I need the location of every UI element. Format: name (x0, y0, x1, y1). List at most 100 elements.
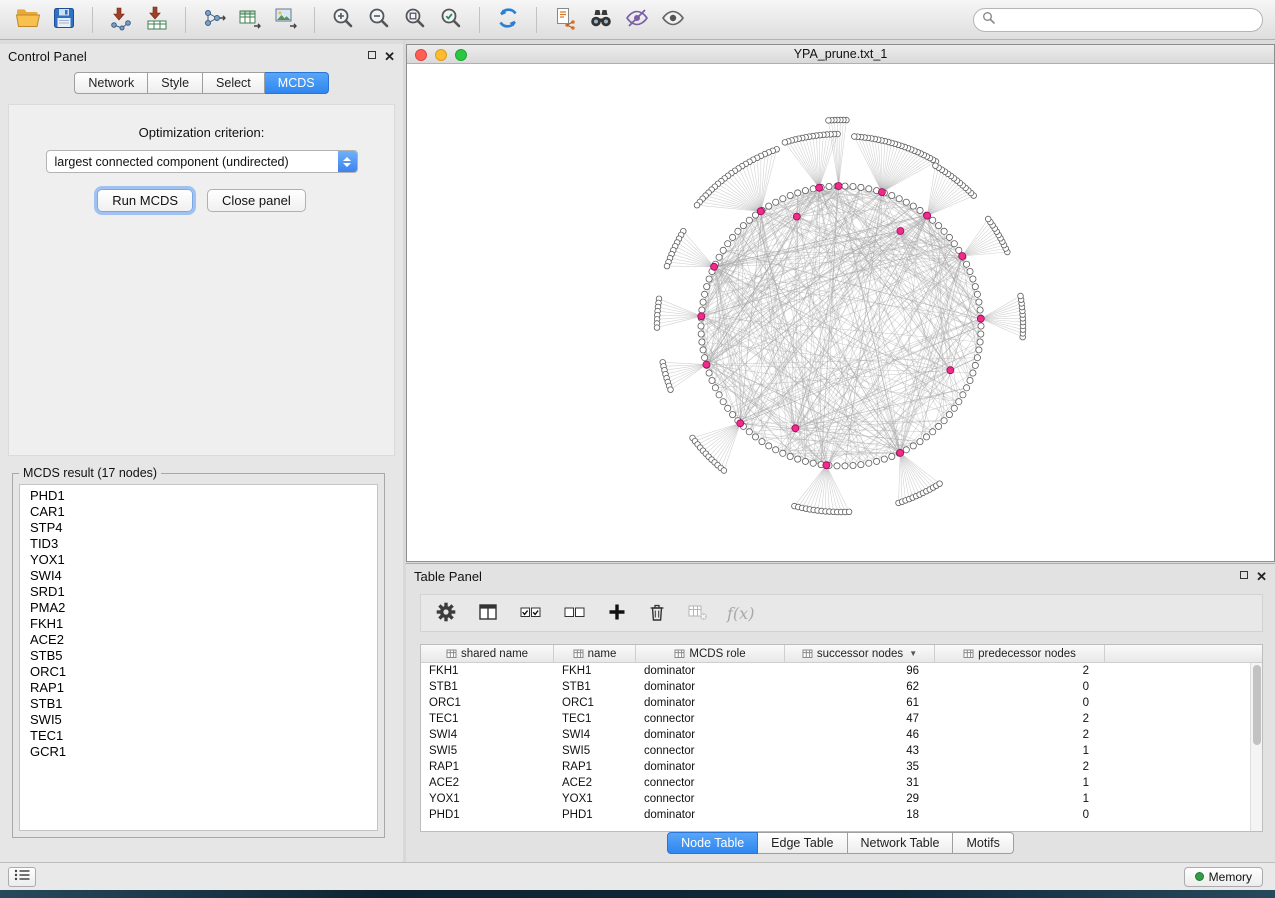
network-graph[interactable] (407, 64, 1274, 561)
deselect-all-button[interactable] (561, 601, 589, 626)
table-cell: TEC1 (554, 711, 636, 727)
mcds-result-list[interactable]: PHD1CAR1STP4TID3YOX1SWI4SRD1PMA2FKH1ACE2… (19, 484, 378, 831)
show-preview-icon (660, 5, 686, 34)
mcds-result-item[interactable]: GCR1 (20, 744, 377, 760)
table-cell: ACE2 (554, 775, 636, 791)
table-row[interactable]: FKH1FKH1dominator962 (421, 663, 1262, 679)
import-table-button[interactable] (139, 3, 175, 36)
criterion-dropdown[interactable]: largest connected component (undirected) (46, 150, 358, 173)
zoom-in-button[interactable] (325, 3, 361, 36)
table-row[interactable]: STB1STB1dominator620 (421, 679, 1262, 695)
mcds-result-item[interactable]: YOX1 (20, 552, 377, 568)
export-network-button[interactable] (196, 3, 232, 36)
close-table-panel-icon[interactable]: ✕ (1256, 571, 1267, 582)
mcds-result-item[interactable]: SRD1 (20, 584, 377, 600)
close-mcds-panel-button[interactable]: Close panel (207, 189, 306, 212)
zoom-selected-button[interactable] (433, 3, 469, 36)
delete-table-button[interactable] (685, 601, 711, 626)
find-button[interactable] (583, 3, 619, 36)
mcds-result-item[interactable]: TEC1 (20, 728, 377, 744)
show-preview-button[interactable] (655, 3, 691, 36)
mcds-result-item[interactable]: SWI5 (20, 712, 377, 728)
export-network-icon (201, 5, 227, 34)
table-cell: SWI5 (421, 743, 554, 759)
mcds-result-item[interactable]: STB5 (20, 648, 377, 664)
table-cell: dominator (636, 759, 785, 775)
table-row[interactable]: TEC1TEC1connector472 (421, 711, 1262, 727)
table-row[interactable]: YOX1YOX1connector291 (421, 791, 1262, 807)
sort-menu-icon[interactable]: ▼ (909, 649, 917, 658)
float-table-panel-button[interactable] (1240, 571, 1248, 582)
table-settings-button[interactable] (433, 600, 459, 627)
mcds-result-item[interactable]: STP4 (20, 520, 377, 536)
table-cell: connector (636, 743, 785, 759)
table-tab-edge-table[interactable]: Edge Table (758, 832, 847, 854)
tab-mcds[interactable]: MCDS (265, 72, 329, 94)
apply-layout-button[interactable] (490, 3, 526, 36)
column-type-icon (573, 648, 584, 659)
hide-preview-button[interactable] (619, 3, 655, 36)
table-row[interactable]: SWI5SWI5connector431 (421, 743, 1262, 759)
table-tab-network-table[interactable]: Network Table (848, 832, 954, 854)
window-close-button[interactable] (415, 49, 427, 61)
zoom-out-button[interactable] (361, 3, 397, 36)
delete-column-button[interactable] (645, 600, 669, 627)
table-tab-node-table[interactable]: Node Table (667, 832, 758, 854)
column-header-successor-nodes[interactable]: successor nodes▼ (785, 645, 935, 662)
mcds-result-item[interactable]: ACE2 (20, 632, 377, 648)
table-cell: YOX1 (421, 791, 554, 807)
tab-select[interactable]: Select (203, 72, 265, 94)
tab-network[interactable]: Network (74, 72, 148, 94)
column-header-MCDS-role[interactable]: MCDS role (636, 645, 785, 662)
mcds-result-item[interactable]: ORC1 (20, 664, 377, 680)
mcds-result-item[interactable]: SWI4 (20, 568, 377, 584)
open-file-button[interactable] (10, 3, 46, 36)
table-row[interactable]: SWI4SWI4dominator462 (421, 727, 1262, 743)
mcds-result-item[interactable]: PHD1 (20, 488, 377, 504)
table-tab-motifs[interactable]: Motifs (953, 832, 1013, 854)
close-control-panel-icon[interactable]: ✕ (384, 51, 395, 62)
add-column-button[interactable] (605, 601, 629, 626)
save-session-button[interactable] (46, 3, 82, 36)
window-maximize-button[interactable] (455, 49, 467, 61)
table-row[interactable]: PHD1PHD1dominator180 (421, 807, 1262, 823)
select-all-button[interactable] (517, 601, 545, 626)
show-columns-button[interactable] (475, 600, 501, 627)
zoom-in-icon (330, 5, 356, 34)
float-panel-button[interactable] (368, 51, 376, 62)
import-table-icon (144, 5, 170, 34)
table-row[interactable]: ACE2ACE2connector311 (421, 775, 1262, 791)
function-builder-button[interactable]: f(x) (727, 604, 754, 623)
table-row[interactable]: RAP1RAP1dominator352 (421, 759, 1262, 775)
table-row[interactable]: ORC1ORC1dominator610 (421, 695, 1262, 711)
mcds-result-item[interactable]: FKH1 (20, 616, 377, 632)
clone-network-button[interactable] (547, 3, 583, 36)
memory-button[interactable]: Memory (1184, 867, 1263, 887)
table-cell: 0 (935, 695, 1105, 711)
window-minimize-button[interactable] (435, 49, 447, 61)
mcds-result-item[interactable]: STB1 (20, 696, 377, 712)
network-view-window: YPA_prune.txt_1 (406, 44, 1275, 562)
mcds-result-item[interactable]: CAR1 (20, 504, 377, 520)
export-image-icon (273, 5, 299, 34)
network-canvas[interactable] (407, 64, 1274, 561)
control-panel-header: Control Panel ✕ (0, 44, 403, 68)
binoculars-search-icon (588, 5, 614, 34)
panel-menu-button[interactable] (8, 867, 36, 887)
table-scrollbar[interactable] (1250, 663, 1262, 831)
zoom-fit-button[interactable] (397, 3, 433, 36)
export-table-button[interactable] (232, 3, 268, 36)
column-header-name[interactable]: name (554, 645, 636, 662)
mcds-result-item[interactable]: TID3 (20, 536, 377, 552)
mcds-result-item[interactable]: RAP1 (20, 680, 377, 696)
import-network-button[interactable] (103, 3, 139, 36)
table-cell: 0 (935, 679, 1105, 695)
column-header-predecessor-nodes[interactable]: predecessor nodes (935, 645, 1105, 662)
search-input[interactable] (1000, 13, 1262, 27)
export-image-button[interactable] (268, 3, 304, 36)
mcds-result-item[interactable]: PMA2 (20, 600, 377, 616)
run-mcds-button[interactable]: Run MCDS (97, 189, 193, 212)
tab-style[interactable]: Style (148, 72, 203, 94)
scrollbar-thumb[interactable] (1253, 665, 1261, 745)
column-header-shared-name[interactable]: shared name (421, 645, 554, 662)
